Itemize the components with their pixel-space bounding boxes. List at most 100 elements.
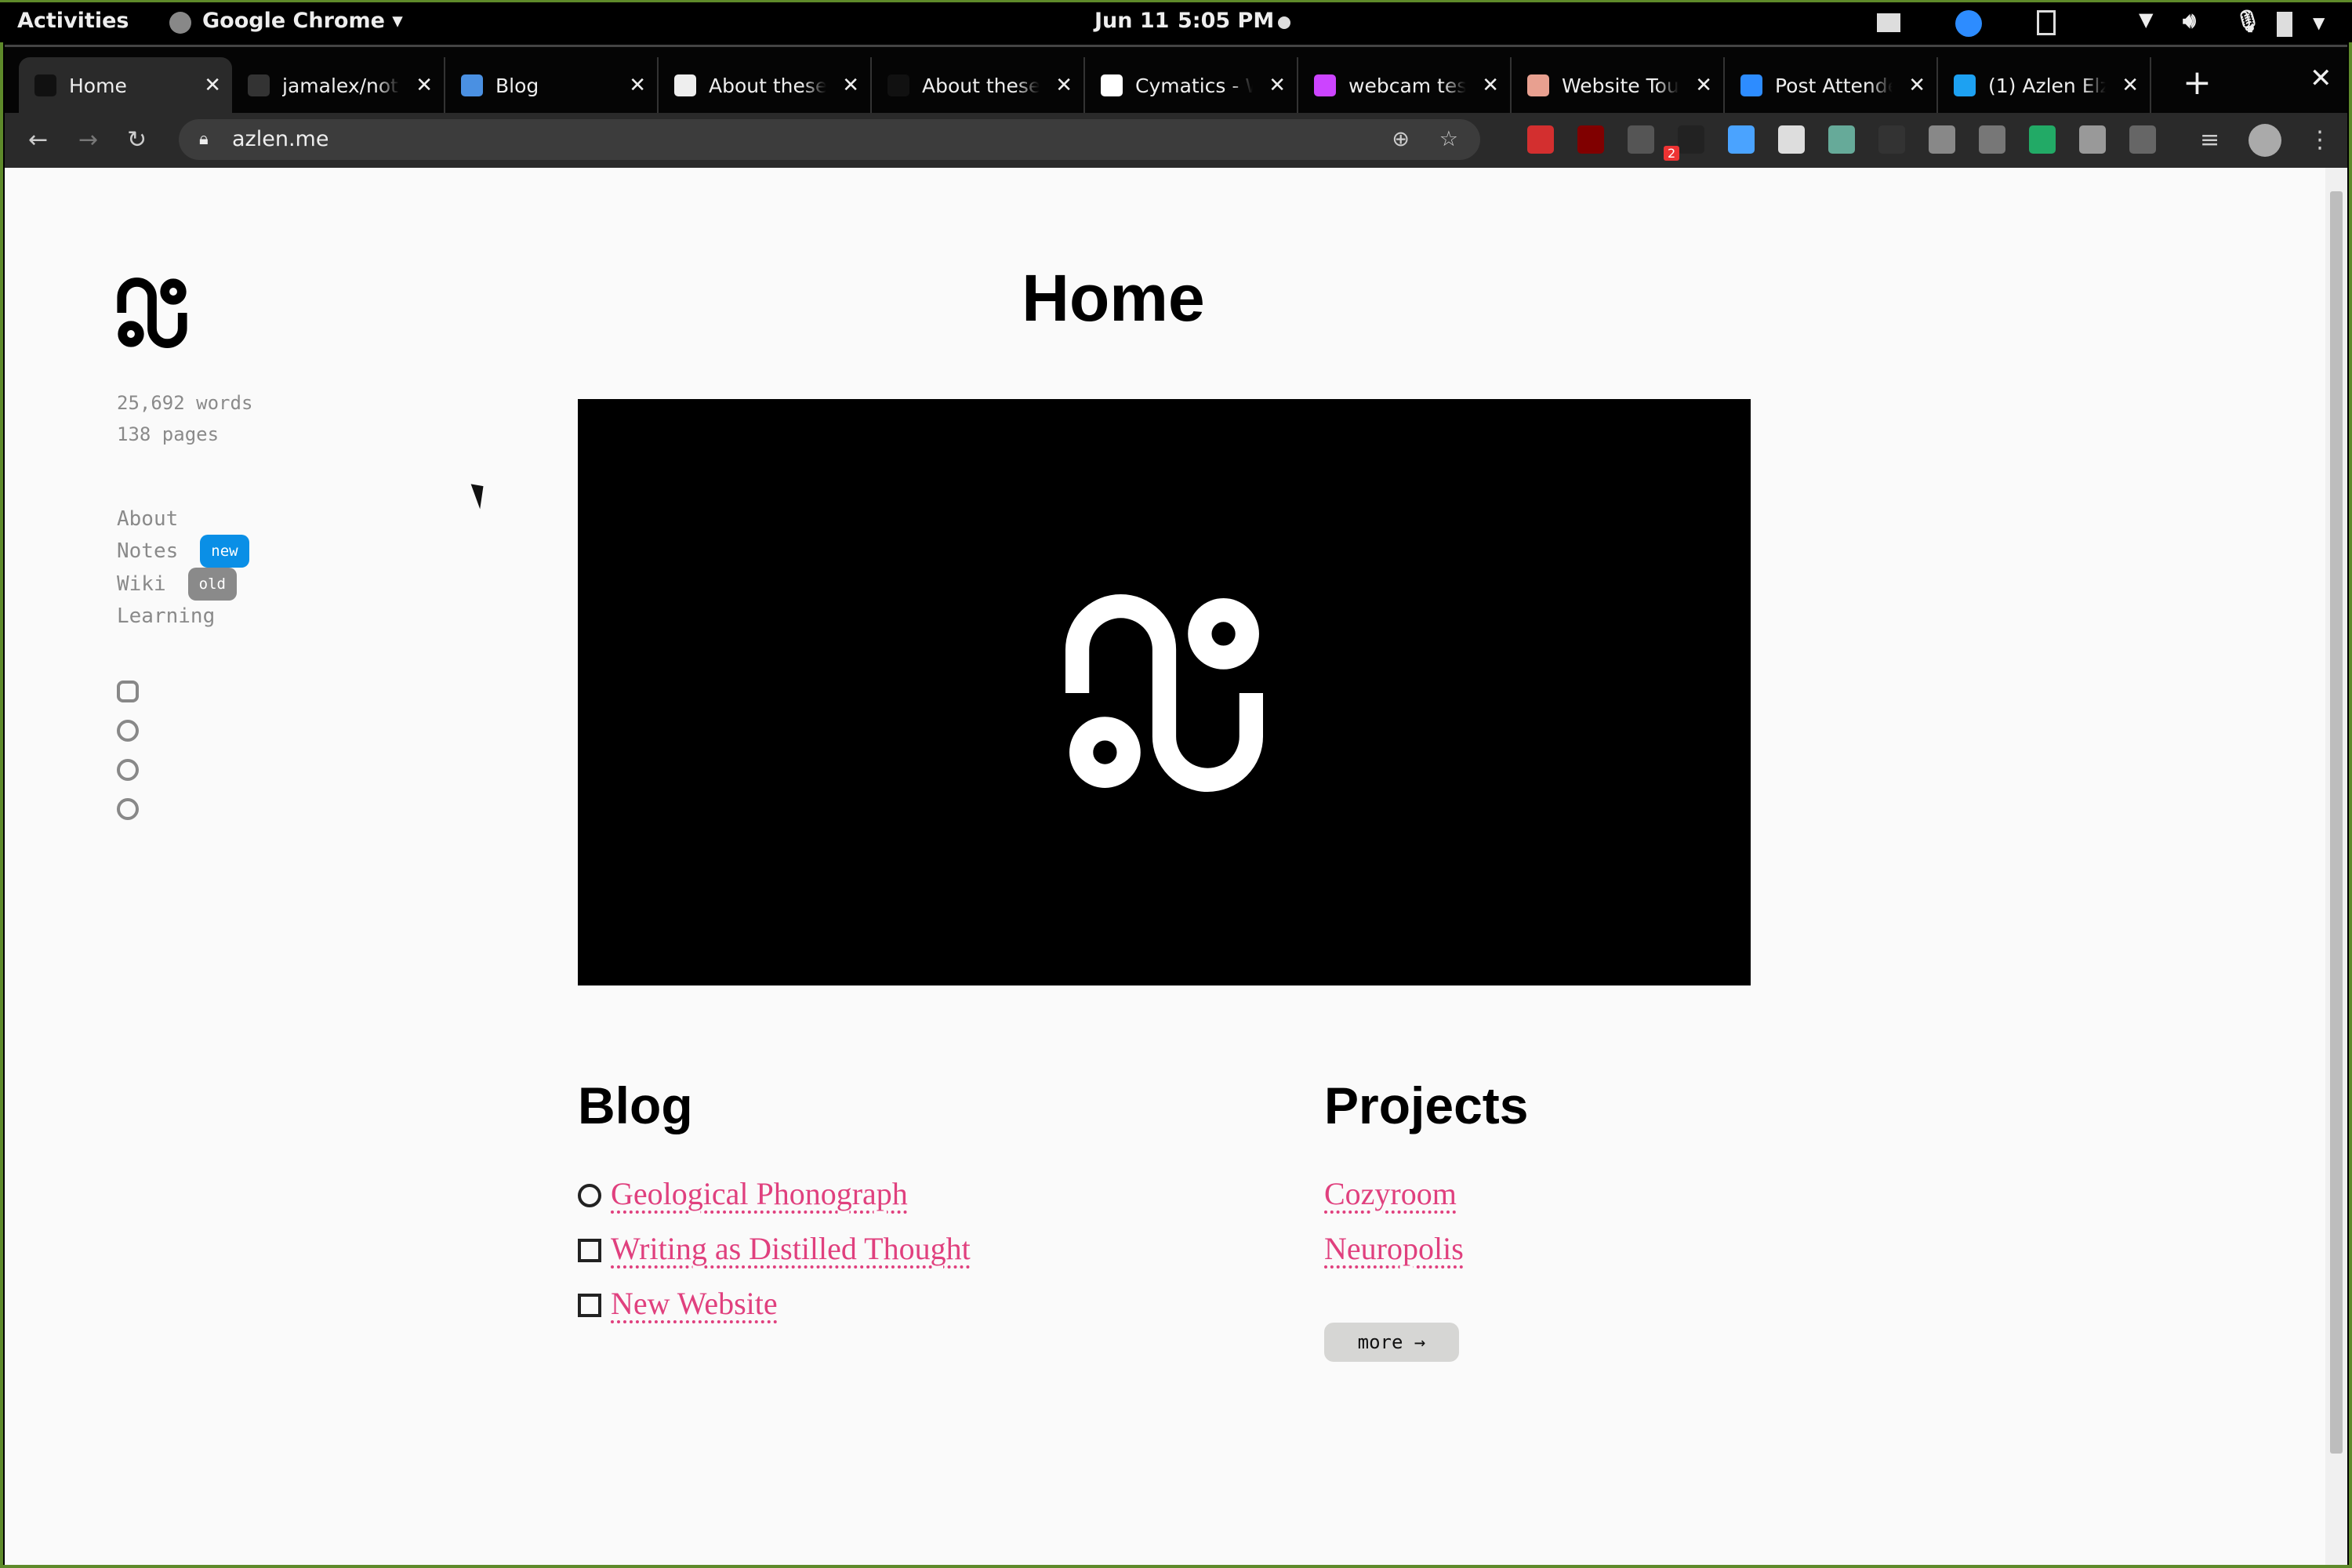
tab-5[interactable]: Cymatics - Wikipedia ✕ [1085,57,1298,114]
zoom-icon[interactable]: ⊕ [1392,119,1410,160]
tab-close-icon[interactable]: ✕ [629,74,646,97]
nav-item-learning[interactable]: Learning [117,601,249,632]
clipboard-icon[interactable] [2037,10,2056,35]
nav-item-notes[interactable]: Notes new [117,535,249,568]
chrome-menu-button[interactable]: ⋮ [2308,126,2332,154]
app-menu[interactable]: Google Chrome ▾ [202,9,403,33]
tab-favicon-icon [1101,74,1123,96]
tab-2[interactable]: Blog ✕ [445,57,659,114]
arena-icon[interactable] [117,798,139,820]
tab-close-icon[interactable]: ✕ [1269,74,1286,97]
web-page: 25,692 words 138 pages About Notes new Wiki… [5,168,2347,1565]
tab-favicon-icon [34,74,56,96]
bookmark-star-icon[interactable]: ☆ [1439,119,1458,160]
github-icon[interactable] [117,720,139,742]
projects-heading: Projects [1324,1076,1529,1134]
extension-icon[interactable] [2129,125,2156,154]
project-link[interactable]: Neuropolis [1324,1230,1464,1267]
date[interactable]: Jun 11 [1094,9,1169,33]
layout-icon[interactable] [1877,13,1900,32]
tab-title: Post Attendee [1775,74,1893,97]
tab-close-icon[interactable]: ✕ [416,74,433,97]
tab-6[interactable]: webcam test ✕ [1298,57,1512,114]
tab-close-icon[interactable]: ✕ [204,74,221,97]
url-text[interactable]: azlen.me [232,127,328,151]
mastodon-icon[interactable] [117,759,139,781]
page-title: Home [1022,261,1205,335]
tab-9[interactable]: (1) Azlen Elza ✕ [1938,57,2151,114]
time[interactable]: 5:05 PM [1178,9,1274,33]
tab-favicon-icon [887,74,909,96]
tab-favicon-icon [461,74,483,96]
blog-post-title[interactable]: Geological Phonograph [611,1176,908,1211]
page-scrollbar[interactable] [2325,168,2347,1565]
wifi-icon[interactable]: ▼ [2139,9,2153,31]
tab-close-icon[interactable]: ✕ [1482,74,1499,97]
zoom-tray-icon[interactable] [1955,10,1982,37]
extension-icon[interactable] [1778,125,1805,154]
close-window-button[interactable]: ✕ [2310,63,2332,94]
tab-close-icon[interactable]: ✕ [1695,74,1712,97]
system-top-bar: Activities Google Chrome ▾ Jun 11 5:05 P… [0,0,2352,42]
extension-icon[interactable] [1828,125,1855,154]
blog-post-title[interactable]: New Website [611,1286,778,1321]
nav-item-about[interactable]: About [117,503,249,535]
nav-badge: old [187,568,237,601]
tab-7[interactable]: Website Tour ✕ [1512,57,1725,114]
reload-button[interactable]: ↻ [127,126,147,154]
tab-close-icon[interactable]: ✕ [2122,74,2139,97]
extension-icon[interactable] [1527,125,1554,154]
project-link[interactable]: Cozyroom [1324,1175,1457,1212]
tab-3[interactable]: About these ✕ [659,57,872,114]
extension-icon[interactable] [2029,125,2056,154]
tab-close-icon[interactable]: ✕ [1055,74,1073,97]
hero-logo [1065,594,1263,792]
tab-title: About these [709,74,826,97]
address-bar[interactable]: 🔒︎ azlen.me ⊕ ☆ [179,119,1480,160]
forward-button[interactable]: → [78,126,98,154]
back-button[interactable]: ← [28,126,48,154]
tab-8[interactable]: Post Attendee ✕ [1725,57,1938,114]
tab-favicon-icon [1527,74,1549,96]
activities-button[interactable]: Activities [17,9,129,33]
system-menu-chevron-icon[interactable]: ▼ [2313,13,2325,32]
extension-icon[interactable] [1728,125,1755,154]
tab-4[interactable]: About these ✕ [872,57,1085,114]
blog-post-link[interactable]: Writing as Distilled Thought [578,1230,971,1267]
tab-title: About these [922,74,1040,97]
extension-icon[interactable] [1678,125,1704,154]
nav-item-wiki[interactable]: Wiki old [117,568,249,601]
extension-icon[interactable] [1628,125,1654,154]
blog-post-title[interactable]: Writing as Distilled Thought [611,1231,971,1266]
volume-icon[interactable]: 🔊︎ [2183,9,2196,34]
tab-title: Blog [495,74,539,97]
tab-0[interactable]: Home ✕ [19,57,232,114]
tab-favicon-icon [1740,74,1762,96]
extension-icon[interactable] [2079,125,2106,154]
nav-label[interactable]: About [117,507,178,531]
scrollbar-thumb[interactable] [2330,191,2343,1454]
tab-title: jamalex/notion [282,74,400,97]
media-controls-icon[interactable]: ≡ [2200,126,2220,154]
blog-post-link[interactable]: New Website [578,1285,778,1322]
more-projects-button[interactable]: more → [1324,1323,1459,1362]
instagram-icon[interactable] [117,681,139,702]
extension-icon[interactable] [1577,125,1604,154]
mic-icon[interactable]: 🎙︎ [2234,9,2261,34]
extension-icon[interactable] [1929,125,1955,154]
profile-avatar[interactable] [2249,124,2281,157]
nav-label[interactable]: Learning [117,604,215,628]
blog-post-link[interactable]: Geological Phonograph [578,1175,908,1212]
tab-close-icon[interactable]: ✕ [1908,74,1926,97]
extension-icon[interactable] [1979,125,2005,154]
tab-1[interactable]: jamalex/notion ✕ [232,57,445,114]
new-tab-button[interactable]: + [2183,63,2212,103]
extension-icon[interactable] [1878,125,1905,154]
hero-banner [578,399,1751,985]
tab-title: webcam test [1348,74,1466,97]
tab-close-icon[interactable]: ✕ [842,74,859,97]
nav-label[interactable]: Wiki [117,572,166,596]
battery-icon[interactable] [2277,12,2292,37]
blog-post-icon [578,1239,601,1262]
nav-label[interactable]: Notes [117,539,178,563]
